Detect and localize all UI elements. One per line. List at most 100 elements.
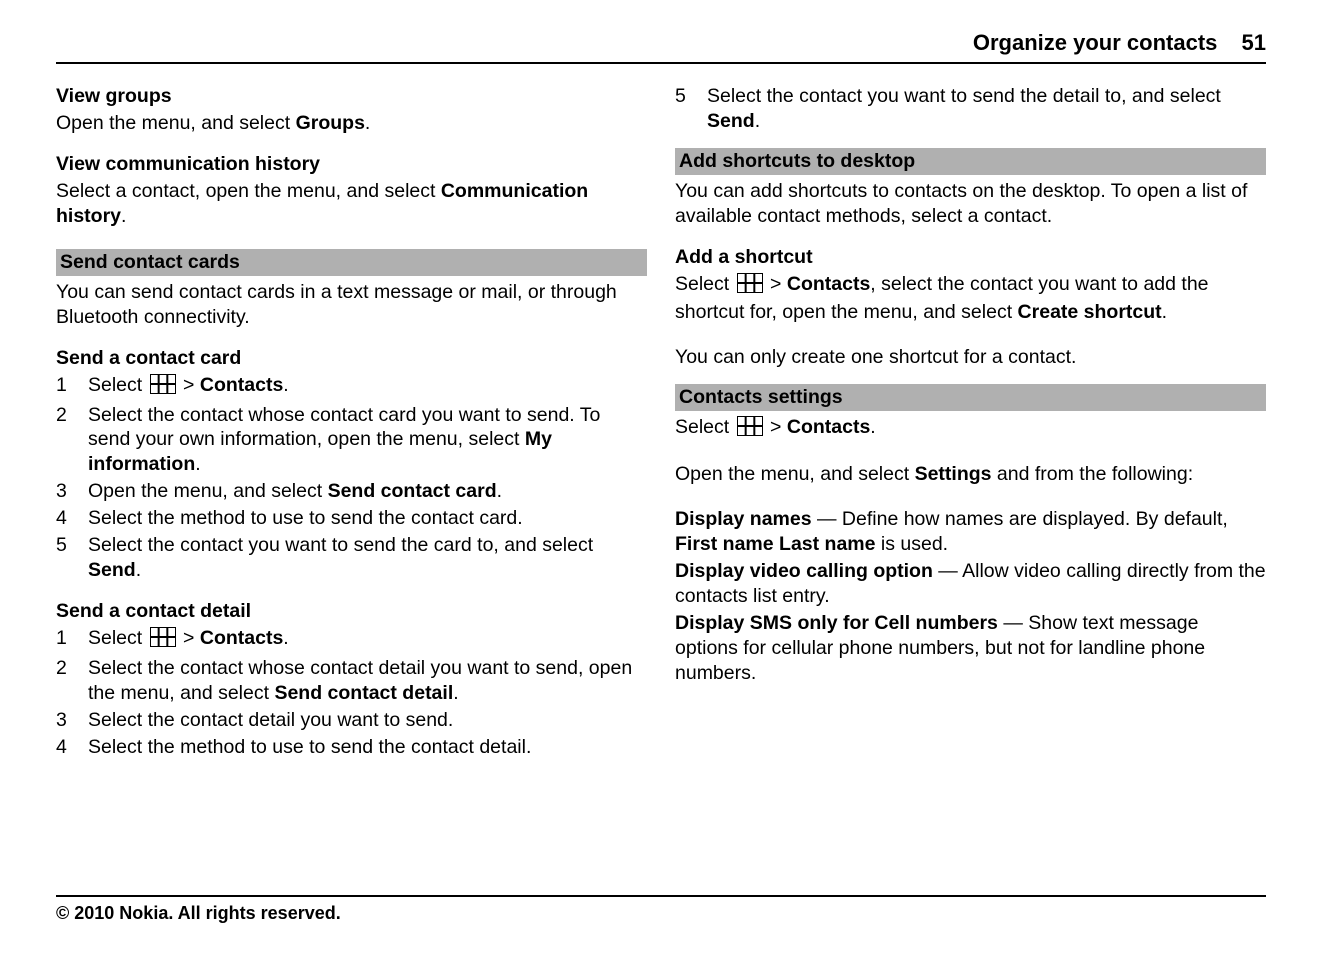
- step-number: 2: [56, 656, 88, 681]
- step-body: Select the method to use to send the con…: [88, 735, 647, 760]
- setting-title: Display video calling option: [675, 560, 933, 582]
- list-item: 1 Select > Contacts.: [56, 373, 647, 401]
- menu-grid-icon: [150, 374, 176, 401]
- list-item: 2 Select the contact whose contact detai…: [56, 656, 647, 706]
- heading-view-comm-history: View communication history: [56, 152, 647, 177]
- text: .: [283, 627, 288, 649]
- separator: —: [812, 508, 842, 530]
- menu-grid-icon: [737, 273, 763, 300]
- heading-view-groups: View groups: [56, 84, 647, 109]
- page-footer: © 2010 Nokia. All rights reserved.: [56, 895, 1266, 924]
- label-contacts: Contacts: [200, 374, 283, 396]
- label-send-contact-card: Send contact card: [328, 480, 497, 502]
- step-body: Select the contact detail you want to se…: [88, 708, 647, 733]
- para-view-comm-history: Select a contact, open the menu, and sel…: [56, 179, 647, 229]
- para-settings-open: Select > Contacts.: [675, 415, 1266, 443]
- menu-grid-icon: [737, 416, 763, 443]
- para-shortcut-note: You can only create one shortcut for a c…: [675, 345, 1266, 370]
- label-settings: Settings: [915, 463, 992, 485]
- list-item: 5 Select the contact you want to send th…: [56, 533, 647, 583]
- page-number: 51: [1242, 30, 1266, 55]
- label-send: Send: [707, 110, 755, 132]
- para-send-cards-intro: You can send contact cards in a text mes…: [56, 280, 647, 330]
- para-add-shortcut: Select > Contacts, select the contact yo…: [675, 272, 1266, 325]
- step-number: 1: [56, 373, 88, 398]
- list-item: 2 Select the contact whose contact card …: [56, 403, 647, 478]
- copyright: © 2010 Nokia. All rights reserved.: [56, 903, 341, 923]
- step-number: 4: [56, 506, 88, 531]
- separator: —: [998, 612, 1028, 634]
- step-number: 1: [56, 626, 88, 651]
- step-body: Select > Contacts.: [88, 373, 647, 401]
- list-item: 3 Select the contact detail you want to …: [56, 708, 647, 733]
- text: Select: [88, 627, 148, 649]
- text: Open the menu, and select: [56, 112, 296, 134]
- content-columns: View groups Open the menu, and select Gr…: [56, 84, 1266, 762]
- text: .: [365, 112, 370, 134]
- steps-send-contact-detail-cont: 5 Select the contact you want to send th…: [675, 84, 1266, 134]
- step-number: 3: [56, 708, 88, 733]
- label-create-shortcut: Create shortcut: [1018, 301, 1162, 323]
- text: and from the following:: [992, 463, 1194, 485]
- step-body: Select > Contacts.: [88, 626, 647, 654]
- step-number: 4: [56, 735, 88, 760]
- text: .: [136, 559, 141, 581]
- text: .: [870, 416, 875, 438]
- text: is used.: [875, 533, 948, 555]
- step-body: Select the contact whose contact detail …: [88, 656, 647, 706]
- step-body: Select the contact whose contact card yo…: [88, 403, 647, 478]
- text: >: [178, 374, 200, 396]
- label-groups: Groups: [296, 112, 365, 134]
- list-item: 5 Select the contact you want to send th…: [675, 84, 1266, 134]
- section-bar-contacts-settings: Contacts settings: [675, 384, 1266, 411]
- text: >: [765, 416, 787, 438]
- text: .: [755, 110, 760, 132]
- text: Select the contact whose contact card yo…: [88, 404, 600, 451]
- para-settings-select: Open the menu, and select Settings and f…: [675, 462, 1266, 487]
- setting-display-names: Display names — Define how names are dis…: [675, 507, 1266, 557]
- text: Define how names are displayed. By defau…: [842, 508, 1228, 530]
- step-body: Select the method to use to send the con…: [88, 506, 647, 531]
- setting-title: Display SMS only for Cell numbers: [675, 612, 998, 634]
- para-shortcuts-intro: You can add shortcuts to contacts on the…: [675, 179, 1266, 229]
- step-body: Open the menu, and select Send contact c…: [88, 479, 647, 504]
- text: >: [178, 627, 200, 649]
- page: Organize your contacts 51 View groups Op…: [0, 0, 1322, 954]
- text: Open the menu, and select: [675, 463, 915, 485]
- step-number: 3: [56, 479, 88, 504]
- label-contacts: Contacts: [787, 273, 870, 295]
- spacer: [675, 489, 1266, 507]
- step-number: 2: [56, 403, 88, 428]
- list-item: 3 Open the menu, and select Send contact…: [56, 479, 647, 504]
- heading-add-shortcut: Add a shortcut: [675, 245, 1266, 270]
- para-view-groups: Open the menu, and select Groups.: [56, 111, 647, 136]
- step-number: 5: [675, 84, 707, 109]
- right-column: 5 Select the contact you want to send th…: [675, 84, 1266, 762]
- text: Select: [88, 374, 148, 396]
- menu-grid-icon: [150, 627, 176, 654]
- text: Select the contact you want to send the …: [88, 534, 593, 556]
- separator: —: [933, 560, 962, 582]
- page-header: Organize your contacts 51: [56, 30, 1266, 64]
- spacer: [675, 444, 1266, 462]
- text: .: [283, 374, 288, 396]
- text: Select the contact you want to send the …: [707, 85, 1221, 107]
- steps-send-contact-detail: 1 Select > Contacts. 2 Select the contac…: [56, 626, 647, 760]
- setting-display-sms: Display SMS only for Cell numbers — Show…: [675, 611, 1266, 686]
- left-column: View groups Open the menu, and select Gr…: [56, 84, 647, 762]
- label-contacts: Contacts: [787, 416, 870, 438]
- step-number: 5: [56, 533, 88, 558]
- text: Select a contact, open the menu, and sel…: [56, 180, 441, 202]
- list-item: 1 Select > Contacts.: [56, 626, 647, 654]
- header-title: Organize your contacts: [973, 30, 1218, 55]
- steps-send-contact-card: 1 Select > Contacts. 2 Select the contac…: [56, 373, 647, 584]
- text: Select: [675, 273, 735, 295]
- step-body: Select the contact you want to send the …: [707, 84, 1266, 134]
- text: .: [453, 682, 458, 704]
- setting-title: Display names: [675, 508, 812, 530]
- section-bar-add-shortcuts: Add shortcuts to desktop: [675, 148, 1266, 175]
- list-item: 4 Select the method to use to send the c…: [56, 506, 647, 531]
- text: Open the menu, and select: [88, 480, 328, 502]
- text: .: [195, 453, 200, 475]
- label-send-contact-detail: Send contact detail: [274, 682, 453, 704]
